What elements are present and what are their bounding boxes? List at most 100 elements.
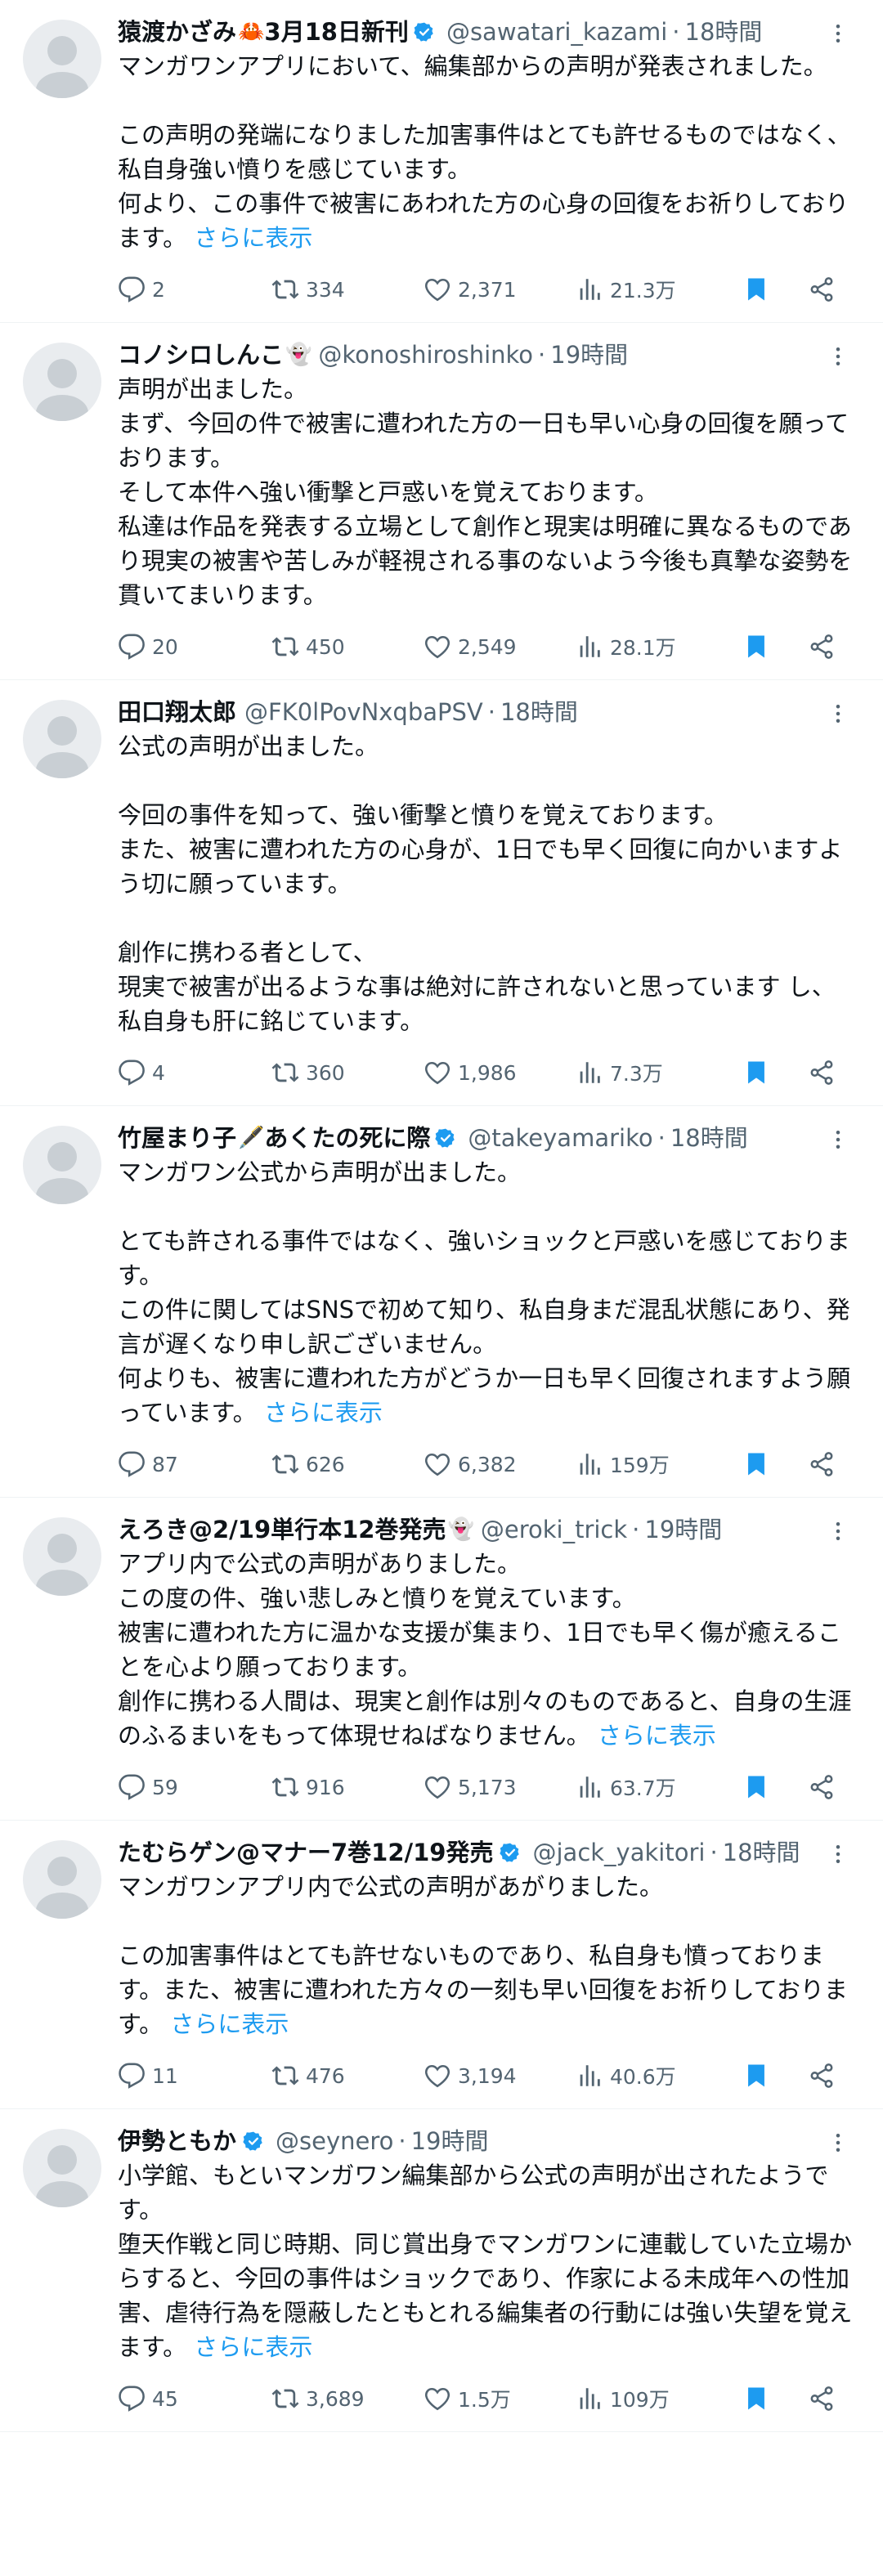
avatar[interactable] [23, 20, 101, 98]
avatar[interactable] [23, 1517, 101, 1596]
display-name[interactable]: えろき@2/19単行本12巻発売 [118, 1514, 446, 1545]
more-options-icon[interactable] [826, 1519, 850, 1543]
handle[interactable]: @seynero [276, 2126, 393, 2157]
reply-button[interactable]: 4 [118, 1059, 271, 1086]
timestamp[interactable]: 18時間 [500, 697, 578, 728]
bookmark-button[interactable] [742, 276, 808, 303]
display-name[interactable]: 竹屋まり子 [118, 1122, 236, 1154]
bookmark-icon [748, 1776, 764, 1799]
repost-count: 334 [306, 277, 345, 302]
share-button[interactable] [808, 276, 842, 303]
more-options-icon[interactable] [826, 1127, 850, 1152]
more-options-icon[interactable] [826, 701, 850, 726]
views-button[interactable]: 28.1万 [576, 632, 742, 661]
more-options-icon[interactable] [826, 344, 850, 369]
heart-icon [424, 635, 450, 659]
timestamp[interactable]: 18時間 [670, 1122, 748, 1154]
like-button[interactable]: 6,382 [424, 1450, 576, 1478]
repost-button[interactable]: 626 [271, 1450, 424, 1478]
handle[interactable]: @sawatari_kazami [446, 16, 667, 47]
display-name[interactable]: コノシロしんこ [118, 339, 284, 370]
bookmark-button[interactable] [742, 1059, 808, 1086]
views-button[interactable]: 40.6万 [576, 2061, 742, 2090]
tweet[interactable]: 竹屋まり子 🖋️ あくたの死に際 @takeyamariko · 18時間 マン… [0, 1106, 883, 1498]
like-button[interactable]: 2,549 [424, 633, 576, 661]
timestamp[interactable]: 19時間 [644, 1514, 722, 1545]
handle[interactable]: @takeyamariko [468, 1122, 652, 1154]
avatar[interactable] [23, 1840, 101, 1919]
share-button[interactable] [808, 2062, 842, 2090]
tweet[interactable]: コノシロしんこ 👻 @konoshiroshinko · 19時間 声明が出まし… [0, 323, 883, 680]
timestamp[interactable]: 18時間 [723, 1837, 800, 1868]
repost-count: 476 [306, 2063, 345, 2088]
display-name-suffix[interactable]: 3月18日新刊 [264, 16, 409, 47]
handle[interactable]: @eroki_trick [481, 1514, 627, 1545]
avatar[interactable] [23, 700, 101, 778]
like-button[interactable]: 2,371 [424, 276, 576, 303]
reply-button[interactable]: 2 [118, 276, 271, 303]
share-button[interactable] [808, 1773, 842, 1801]
reply-button[interactable]: 20 [118, 633, 271, 661]
timestamp[interactable]: 19時間 [411, 2126, 489, 2157]
tweet[interactable]: たむらゲン@マナー7巻12/19発売 @jack_yakitori · 18時間… [0, 1821, 883, 2109]
tweet[interactable]: 田口翔太郎 @FK0lPovNxqbaPSV · 18時間 公式の声明が出ました… [0, 680, 883, 1106]
share-button[interactable] [808, 2385, 842, 2412]
more-options-icon[interactable] [826, 2130, 850, 2155]
reply-button[interactable]: 59 [118, 1773, 271, 1801]
display-name[interactable]: 田口翔太郎 [118, 697, 236, 728]
repost-button[interactable]: 476 [271, 2062, 424, 2090]
show-more-link[interactable]: さらに表示 [194, 2333, 312, 2361]
bookmark-button[interactable] [742, 633, 808, 661]
bookmark-button[interactable] [742, 1450, 808, 1478]
like-button[interactable]: 1,986 [424, 1059, 576, 1086]
handle[interactable]: @jack_yakitori [532, 1837, 705, 1868]
timestamp[interactable]: 19時間 [550, 339, 628, 370]
share-icon [810, 1775, 833, 1799]
display-name[interactable]: たむらゲン@マナー7巻12/19発売 [118, 1837, 493, 1868]
share-button[interactable] [808, 1059, 842, 1086]
timestamp[interactable]: 18時間 [685, 16, 763, 47]
tweet[interactable]: 猿渡かざみ 🦀 3月18日新刊 @sawatari_kazami · 18時間 … [0, 0, 883, 323]
view-count: 109万 [610, 2388, 670, 2412]
display-name[interactable]: 伊勢ともか [118, 2126, 236, 2157]
show-more-link[interactable]: さらに表示 [264, 1399, 383, 1427]
repost-button[interactable]: 360 [271, 1059, 424, 1086]
bookmark-button[interactable] [742, 2062, 808, 2090]
separator-dot: · [487, 698, 495, 726]
avatar[interactable] [23, 343, 101, 421]
avatar[interactable] [23, 2129, 101, 2207]
display-name-suffix[interactable]: あくたの死に際 [264, 1122, 430, 1154]
views-button[interactable]: 63.7万 [576, 1772, 742, 1802]
share-button[interactable] [808, 1450, 842, 1478]
like-button[interactable]: 5,173 [424, 1773, 576, 1801]
reply-button[interactable]: 87 [118, 1450, 271, 1478]
repost-button[interactable]: 916 [271, 1773, 424, 1801]
separator-dot: · [710, 1839, 718, 1866]
handle[interactable]: @FK0lPovNxqbaPSV [244, 697, 483, 728]
views-button[interactable]: 109万 [576, 2384, 742, 2413]
repost-button[interactable]: 450 [271, 633, 424, 661]
bookmark-button[interactable] [742, 1773, 808, 1801]
handle[interactable]: @konoshiroshinko [318, 339, 533, 370]
tweet[interactable]: 伊勢ともか @seynero · 19時間 小学館、もといマンガワン編集部から公… [0, 2109, 883, 2432]
display-name[interactable]: 猿渡かざみ [118, 16, 236, 47]
more-options-icon[interactable] [826, 1842, 850, 1866]
like-button[interactable]: 1.5万 [424, 2384, 576, 2413]
avatar[interactable] [23, 1126, 101, 1204]
like-button[interactable]: 3,194 [424, 2062, 576, 2090]
show-more-link[interactable]: さらに表示 [170, 2010, 289, 2038]
views-button[interactable]: 159万 [576, 1449, 742, 1479]
share-button[interactable] [808, 633, 842, 661]
views-button[interactable]: 21.3万 [576, 275, 742, 304]
show-more-link[interactable]: さらに表示 [598, 1722, 716, 1749]
more-options-icon[interactable] [826, 21, 850, 46]
reply-button[interactable]: 11 [118, 2062, 271, 2090]
tweet-body: 小学館、もといマンガワン編集部から公式の声明が出されたようです。 堕天作戦と同じ… [118, 2162, 853, 2361]
show-more-link[interactable]: さらに表示 [194, 224, 312, 252]
bookmark-button[interactable] [742, 2385, 808, 2412]
views-button[interactable]: 7.3万 [576, 1058, 742, 1087]
tweet[interactable]: えろき@2/19単行本12巻発売 👻 @eroki_trick · 19時間 ア… [0, 1498, 883, 1821]
reply-button[interactable]: 45 [118, 2385, 271, 2412]
repost-button[interactable]: 3,689 [271, 2385, 424, 2412]
repost-button[interactable]: 334 [271, 276, 424, 303]
